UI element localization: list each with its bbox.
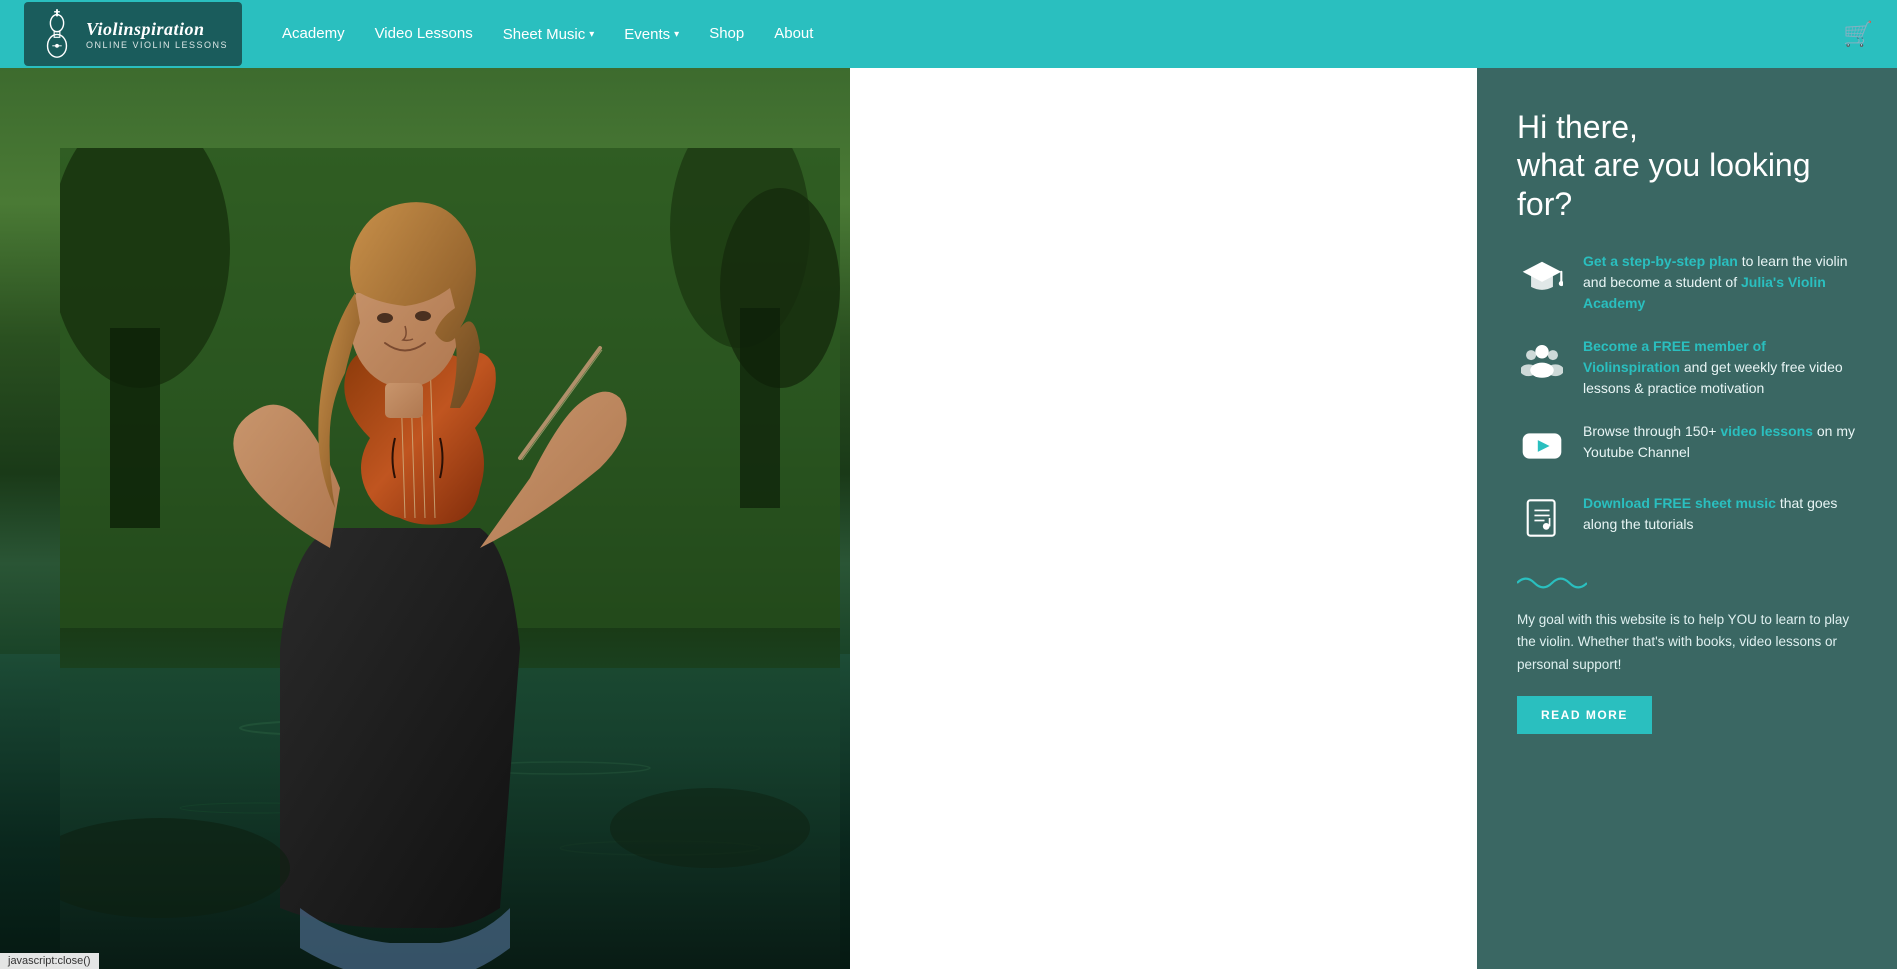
cart-icon[interactable]: 🛒 xyxy=(1843,20,1873,49)
wave-svg xyxy=(1517,573,1587,593)
hero-section: Hi there, what are you looking for? Get … xyxy=(0,0,1897,969)
nav-link-shop[interactable]: Shop xyxy=(709,25,744,42)
events-dropdown-arrow: ▾ xyxy=(674,29,679,40)
nav-link-sheet-music[interactable]: Sheet Music ▾ xyxy=(503,26,595,43)
nav-item-video-lessons[interactable]: Video Lessons xyxy=(375,25,473,43)
sheet-music-dropdown-arrow: ▾ xyxy=(589,29,594,40)
video-lessons-link[interactable]: video lessons xyxy=(1720,423,1813,439)
read-more-button[interactable]: READ MORE xyxy=(1517,696,1652,734)
nav-item-about[interactable]: About xyxy=(774,25,813,43)
logo-text: Violinspiration Online Violin Lessons xyxy=(86,19,228,50)
members-icon xyxy=(1517,336,1567,386)
nav-item-events[interactable]: Events ▾ xyxy=(624,26,679,43)
hero-photo xyxy=(0,68,850,969)
logo-tagline: Online Violin Lessons xyxy=(86,40,228,50)
info-panel: Hi there, what are you looking for? Get … xyxy=(1477,68,1897,969)
logo-brand-name: Violinspiration xyxy=(86,19,228,40)
violinist-silhouette xyxy=(60,148,840,969)
nav-item-academy[interactable]: Academy xyxy=(282,25,345,43)
nav-link-events[interactable]: Events ▾ xyxy=(624,26,679,43)
panel-text-academy: Get a step-by-step plan to learn the vio… xyxy=(1583,251,1861,314)
youtube-svg xyxy=(1521,425,1563,467)
nav-link-about[interactable]: About xyxy=(774,25,813,42)
logo-violin-icon xyxy=(38,8,76,60)
wave-divider xyxy=(1517,573,1861,593)
graduation-cap-svg xyxy=(1521,255,1563,297)
panel-text-member: Become a FREE member of Violinspiration … xyxy=(1583,336,1861,399)
panel-item-academy: Get a step-by-step plan to learn the vio… xyxy=(1517,251,1861,314)
panel-text-sheet: Download FREE sheet music that goes alon… xyxy=(1583,493,1861,535)
panel-item-sheet: Download FREE sheet music that goes alon… xyxy=(1517,493,1861,543)
nav-links: Academy Video Lessons Sheet Music ▾ Even… xyxy=(282,25,1843,43)
nav-item-sheet-music[interactable]: Sheet Music ▾ xyxy=(503,26,595,43)
logo[interactable]: Violinspiration Online Violin Lessons xyxy=(24,2,242,66)
panel-title: Hi there, what are you looking for? xyxy=(1517,108,1861,223)
sheet-music-svg xyxy=(1521,497,1563,539)
sheet-music-icon xyxy=(1517,493,1567,543)
status-bar: javascript:close() xyxy=(0,953,99,969)
panel-text-video: Browse through 150+ video lessons on my … xyxy=(1583,421,1861,463)
panel-item-member: Become a FREE member of Violinspiration … xyxy=(1517,336,1861,399)
nav-link-academy[interactable]: Academy xyxy=(282,25,345,42)
graduation-icon xyxy=(1517,251,1567,301)
members-svg xyxy=(1521,340,1563,382)
sheet-music-link[interactable]: Download FREE sheet music xyxy=(1583,495,1776,511)
academy-highlight[interactable]: Get a step-by-step plan xyxy=(1583,253,1738,269)
panel-footer-text: My goal with this website is to help YOU… xyxy=(1517,609,1861,676)
nav-link-video-lessons[interactable]: Video Lessons xyxy=(375,25,473,42)
youtube-icon xyxy=(1517,421,1567,471)
main-nav: Violinspiration Online Violin Lessons Ac… xyxy=(0,0,1897,68)
nav-item-shop[interactable]: Shop xyxy=(709,25,744,43)
panel-item-video: Browse through 150+ video lessons on my … xyxy=(1517,421,1861,471)
